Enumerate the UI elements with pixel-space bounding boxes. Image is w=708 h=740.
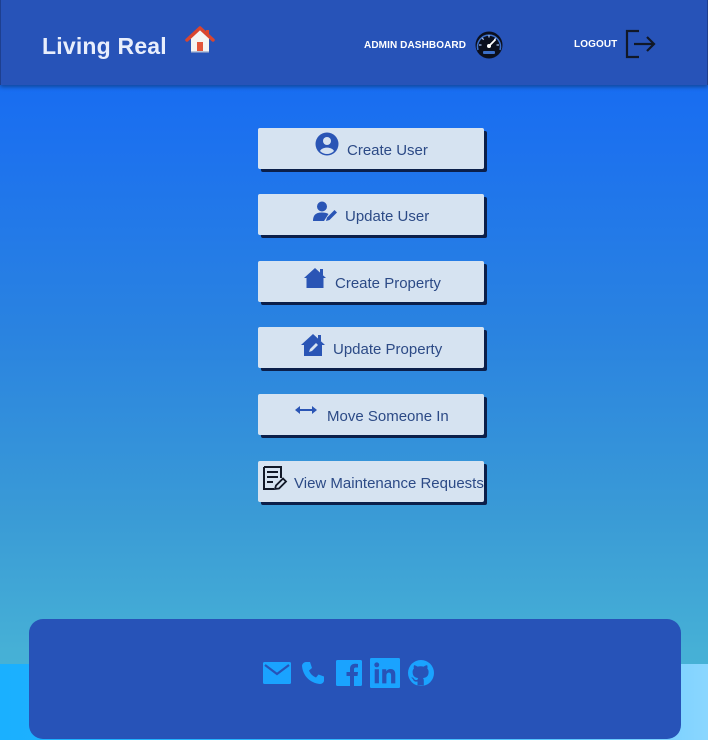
nav-admin-dashboard[interactable]: ADMIN DASHBOARD [364, 30, 504, 60]
logout-icon [626, 29, 656, 59]
move-someone-in-label: Move Someone In [327, 408, 449, 425]
document-edit-icon [263, 466, 288, 491]
view-maintenance-requests-label: View Maintenance Requests [294, 475, 484, 492]
update-property-label: Update Property [333, 341, 443, 358]
create-property-label: Create Property [335, 275, 441, 292]
social-links [262, 657, 436, 689]
nav-logout-label: LOGOUT [574, 38, 618, 50]
email-icon[interactable] [262, 657, 292, 689]
view-maintenance-requests-button[interactable]: View Maintenance Requests [258, 461, 484, 502]
create-user-button[interactable]: Create User [258, 128, 484, 169]
home-icon [304, 268, 326, 288]
github-icon[interactable] [406, 657, 436, 689]
top-navbar: Living Real ADMIN DASHBOARD LOGOUT [0, 0, 708, 85]
user-edit-icon [313, 201, 337, 221]
nav-logout[interactable]: LOGOUT [574, 27, 657, 61]
create-property-button[interactable]: Create Property [258, 261, 484, 302]
home-edit-icon [301, 334, 325, 356]
house-icon[interactable] [185, 25, 215, 55]
update-user-button[interactable]: Update User [258, 194, 484, 235]
facebook-icon[interactable] [334, 657, 364, 689]
speedometer-icon [475, 31, 503, 59]
phone-icon[interactable] [298, 657, 328, 689]
move-someone-in-button[interactable]: Move Someone In [258, 394, 484, 435]
create-user-label: Create User [347, 142, 428, 159]
brand-title[interactable]: Living Real [42, 33, 167, 60]
update-property-button[interactable]: Update Property [258, 327, 484, 368]
nav-admin-dashboard-label: ADMIN DASHBOARD [364, 39, 467, 51]
linkedin-icon[interactable] [370, 657, 400, 689]
update-user-label: Update User [345, 208, 430, 225]
arrows-horizontal-icon [295, 406, 317, 414]
footer [29, 619, 681, 739]
user-circle-icon [315, 132, 339, 156]
